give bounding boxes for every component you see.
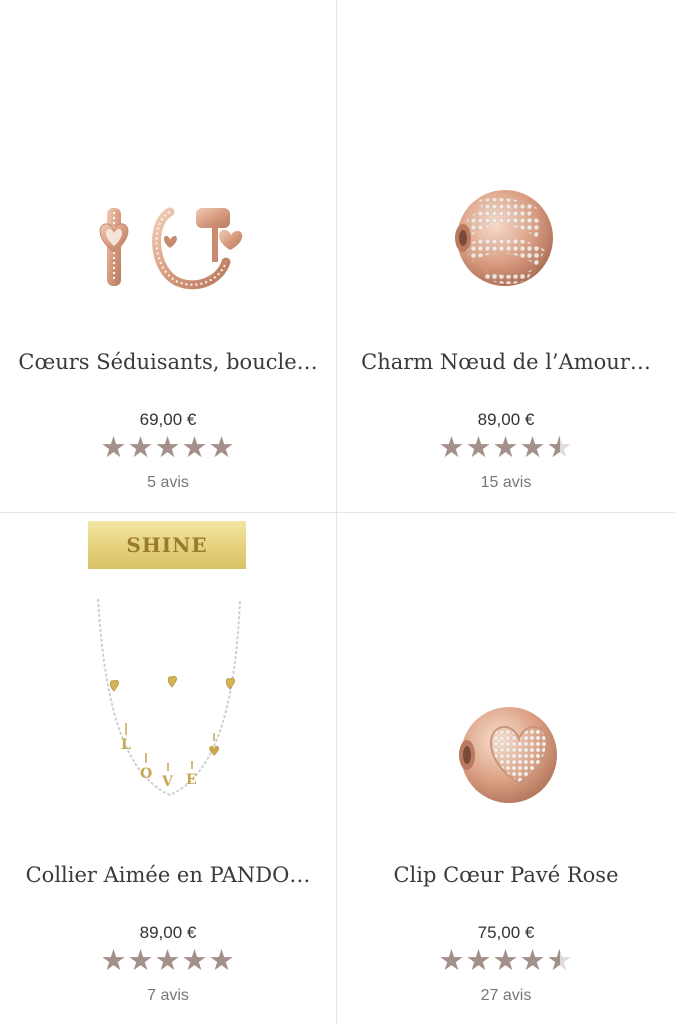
svg-text:O: O bbox=[140, 766, 152, 782]
review-count[interactable]: 7 avis bbox=[0, 987, 336, 1005]
star-icon: ★ bbox=[519, 945, 547, 977]
star-icon: ★ bbox=[208, 432, 236, 464]
product-title[interactable]: Collier Aimée en PANDO… bbox=[10, 863, 326, 887]
star-icon: ★ bbox=[519, 432, 547, 464]
rating-stars: ★★★★★ bbox=[0, 432, 336, 464]
half-star-icon: ★ bbox=[547, 945, 574, 977]
star-icon: ★ bbox=[492, 945, 520, 977]
rating-stars: ★★★★★ bbox=[337, 945, 675, 977]
product-image[interactable] bbox=[0, 0, 336, 330]
product-title[interactable]: Charm Nœud de l’Amour… bbox=[347, 350, 665, 374]
product-price: 75,00 € bbox=[477, 923, 535, 942]
review-count[interactable]: 15 avis bbox=[337, 474, 675, 492]
heart-hoop-earrings-icon bbox=[99, 207, 243, 290]
star-icon: ★ bbox=[465, 945, 493, 977]
product-card[interactable]: SHINE L O V E ♥ Collier Aimée en PANDO… … bbox=[0, 513, 337, 1024]
product-card[interactable]: Clip Cœur Pavé Rose 75,00 € ★★★★★ 27 avi… bbox=[337, 513, 675, 1024]
star-icon: ★ bbox=[127, 945, 155, 977]
product-image[interactable] bbox=[337, 513, 675, 843]
star-icon: ★ bbox=[181, 945, 209, 977]
product-title[interactable]: Cœurs Séduisants, boucle… bbox=[10, 350, 326, 374]
star-icon: ★ bbox=[154, 432, 182, 464]
star-icon: ★ bbox=[100, 945, 128, 977]
love-necklace-icon: L O V E ♥ bbox=[97, 598, 241, 797]
product-price: 69,00 € bbox=[139, 410, 197, 429]
rating-stars: ★★★★★ bbox=[337, 432, 675, 464]
pave-heart-clip-icon bbox=[459, 707, 557, 803]
product-image[interactable]: SHINE L O V E ♥ bbox=[0, 513, 336, 843]
star-icon: ★ bbox=[492, 432, 520, 464]
love-knot-charm-icon bbox=[455, 190, 553, 286]
star-icon: ★ bbox=[127, 432, 155, 464]
product-grid: Cœurs Séduisants, boucle… 69,00 € ★★★★★ … bbox=[0, 0, 675, 1024]
star-icon: ★ bbox=[438, 432, 466, 464]
svg-text:V: V bbox=[161, 774, 174, 790]
star-icon: ★ bbox=[100, 432, 128, 464]
rating-stars: ★★★★★ bbox=[0, 945, 336, 977]
review-count[interactable]: 5 avis bbox=[0, 474, 336, 492]
half-star-icon: ★ bbox=[547, 432, 574, 464]
product-price: 89,00 € bbox=[139, 923, 197, 942]
product-image[interactable] bbox=[337, 0, 675, 330]
product-title[interactable]: Clip Cœur Pavé Rose bbox=[347, 863, 665, 887]
product-price: 89,00 € bbox=[477, 410, 535, 429]
star-icon: ★ bbox=[438, 945, 466, 977]
star-icon: ★ bbox=[208, 945, 236, 977]
star-icon: ★ bbox=[465, 432, 493, 464]
product-card[interactable]: Cœurs Séduisants, boucle… 69,00 € ★★★★★ … bbox=[0, 0, 337, 513]
product-card[interactable]: Charm Nœud de l’Amour… 89,00 € ★★★★★ 15 … bbox=[337, 0, 675, 513]
review-count[interactable]: 27 avis bbox=[337, 987, 675, 1005]
svg-text:♥: ♥ bbox=[208, 744, 221, 760]
svg-text:E: E bbox=[186, 772, 197, 788]
star-icon: ★ bbox=[181, 432, 209, 464]
svg-text:L: L bbox=[121, 737, 131, 753]
star-icon: ★ bbox=[154, 945, 182, 977]
